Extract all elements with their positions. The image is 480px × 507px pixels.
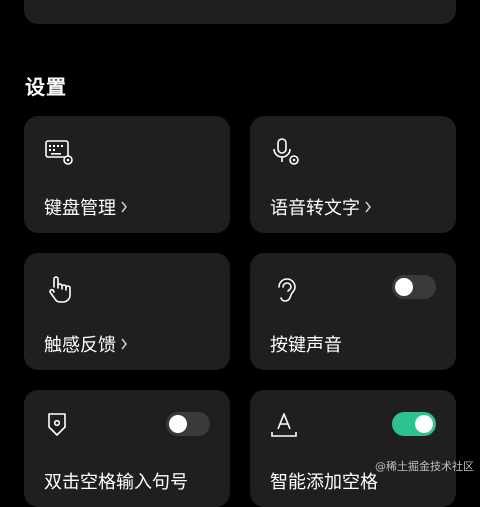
key-sound-card: 按键声音 bbox=[250, 253, 456, 370]
key-sound-toggle[interactable] bbox=[392, 275, 436, 299]
voice-to-text-text: 语音转文字 bbox=[270, 198, 360, 219]
double-space-period-toggle[interactable] bbox=[166, 412, 210, 436]
watermark: @稀土掘金技术社区 bbox=[375, 460, 474, 473]
toggle-knob bbox=[415, 415, 433, 433]
chevron-right-icon bbox=[365, 201, 371, 213]
keyboard-management-label: 键盘管理 bbox=[44, 194, 128, 220]
smart-space-label: 智能添加空格 bbox=[270, 472, 378, 493]
text-format-icon bbox=[271, 413, 297, 437]
voice-to-text-card[interactable]: 语音转文字 bbox=[250, 116, 456, 233]
haptic-feedback-label: 触感反馈 bbox=[44, 331, 128, 357]
chevron-right-icon bbox=[121, 338, 127, 350]
smart-space-toggle[interactable] bbox=[392, 412, 436, 436]
double-space-period-card: 双击空格输入句号 bbox=[24, 390, 230, 507]
keyboard-management-text: 键盘管理 bbox=[44, 198, 116, 219]
chevron-right-icon bbox=[121, 201, 127, 213]
microphone-settings-icon bbox=[273, 138, 299, 165]
toggle-knob bbox=[395, 278, 413, 296]
smart-space-card: 智能添加空格 bbox=[250, 390, 456, 507]
keyboard-settings-icon bbox=[45, 140, 73, 165]
section-title: 设置 bbox=[25, 75, 67, 99]
top-card bbox=[24, 0, 456, 24]
ear-icon bbox=[278, 278, 296, 302]
haptic-feedback-text: 触感反馈 bbox=[44, 335, 116, 356]
key-sound-label: 按键声音 bbox=[270, 335, 342, 356]
shield-location-icon bbox=[48, 413, 66, 436]
keyboard-management-card[interactable]: 键盘管理 bbox=[24, 116, 230, 233]
voice-to-text-label: 语音转文字 bbox=[270, 194, 372, 220]
toggle-knob bbox=[169, 415, 187, 433]
touch-hand-icon bbox=[49, 276, 71, 303]
haptic-feedback-card[interactable]: 触感反馈 bbox=[24, 253, 230, 370]
double-space-period-label: 双击空格输入句号 bbox=[44, 472, 188, 493]
